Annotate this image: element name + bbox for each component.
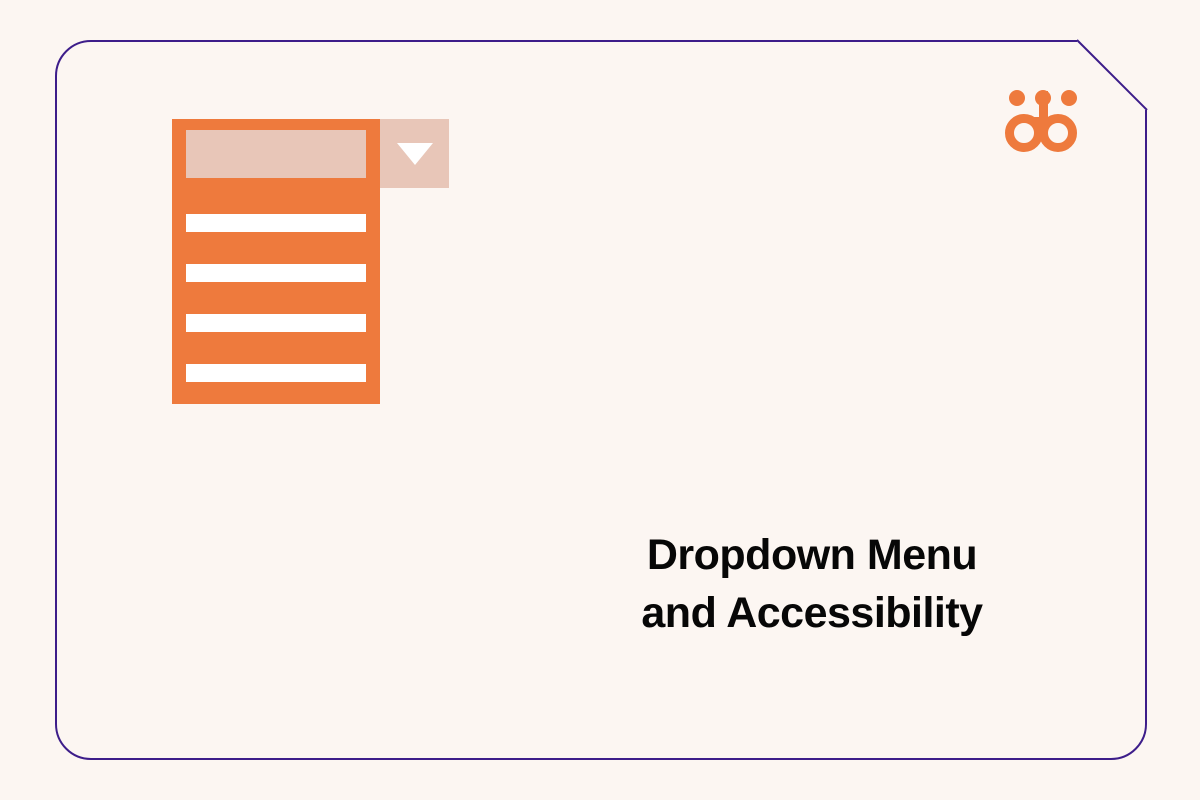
chevron-down-icon	[397, 143, 433, 165]
list-item	[186, 214, 366, 232]
title-line-1: Dropdown Menu	[647, 531, 977, 579]
dropdown-field-frame	[172, 119, 380, 188]
page-title: Dropdown Menu and Accessibility	[577, 526, 1047, 642]
letter-a-icon	[1005, 114, 1043, 152]
list-item	[186, 264, 366, 282]
list-item	[186, 314, 366, 332]
card-frame: Dropdown Menu and Accessibility	[55, 40, 1147, 760]
dropdown-illustration	[172, 119, 449, 404]
dropdown-trigger	[380, 119, 449, 188]
dot-icon	[1009, 90, 1025, 106]
ab-glyph	[1005, 114, 1077, 152]
card-corner-line	[1077, 40, 1147, 110]
dot-icon	[1061, 90, 1077, 106]
list-item	[186, 364, 366, 382]
dropdown-list	[172, 188, 380, 404]
title-line-2: and Accessibility	[641, 589, 982, 637]
letter-b-icon	[1039, 114, 1077, 152]
brand-logo	[1005, 90, 1077, 152]
dropdown-field	[186, 130, 366, 178]
